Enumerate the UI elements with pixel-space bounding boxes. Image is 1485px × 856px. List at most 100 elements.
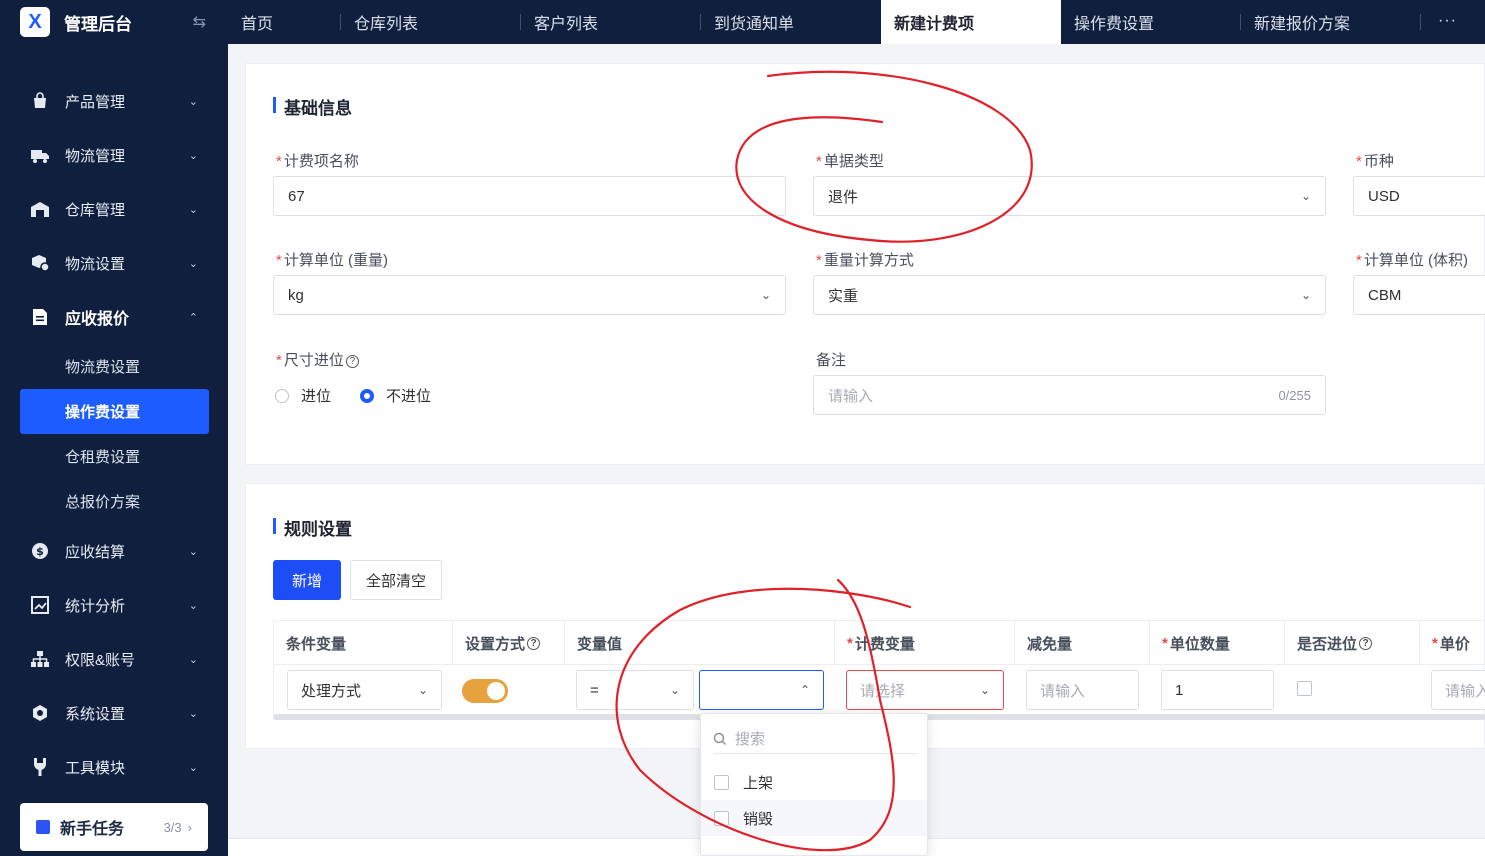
fee-var-select[interactable]: 请选择 ⌄ xyxy=(846,670,1004,710)
doc-type-select[interactable]: 退件 ⌄ xyxy=(813,176,1326,216)
sidebar-item-logistics[interactable]: 物流管理 ⌄ xyxy=(0,128,228,182)
logo-icon: X xyxy=(20,7,50,37)
dropdown-option[interactable]: 上架 xyxy=(701,764,927,800)
sidebar-item-permissions[interactable]: 权限&账号 ⌄ xyxy=(0,632,228,686)
sidebar-item-label: 统计分析 xyxy=(65,597,126,615)
submenu-item-operation-fee[interactable]: 操作费设置 xyxy=(20,389,209,434)
search-placeholder: 搜索 xyxy=(735,731,766,748)
currency-label: * 币种 xyxy=(1356,153,1394,170)
submenu-item-total-quote[interactable]: 总报价方案 xyxy=(20,479,209,524)
fee-name-label: * 计费项名称 xyxy=(276,153,359,170)
tab-label: 到货通知单 xyxy=(714,16,795,33)
round-checkbox[interactable] xyxy=(1297,681,1312,696)
price-input[interactable]: 请输入 xyxy=(1431,670,1485,710)
brand: X 管理后台 ⇆ xyxy=(0,0,228,44)
sidebar-menu: 产品管理 ⌄ 物流管理 ⌄ 仓库管理 ⌄ 物流设置 ⌄ 应收报价 ⌃ 物流费设置… xyxy=(0,74,228,794)
basic-info-card: 基础信息 * 计费项名称 67 * 单据类型 退件 ⌄ * 币种 USD * 计算单位 (… xyxy=(245,63,1485,465)
tab-label: 新建报价方案 xyxy=(1254,16,1351,33)
volume-unit-select[interactable]: CBM xyxy=(1353,275,1485,315)
sidebar-item-receivable-quote[interactable]: 应收报价 ⌃ xyxy=(0,290,228,344)
weight-calc-select[interactable]: 实重 ⌄ xyxy=(813,275,1326,315)
sidebar-item-warehouse[interactable]: 仓库管理 ⌄ xyxy=(0,182,228,236)
col-unit-qty: * 单位数量 xyxy=(1150,621,1285,665)
tab-customer-list[interactable]: 客户列表 xyxy=(521,0,701,44)
sidebar-item-logistics-settings[interactable]: 物流设置 ⌄ xyxy=(0,236,228,290)
fee-name-input[interactable]: 67 xyxy=(273,176,786,216)
weight-unit-select[interactable]: kg ⌄ xyxy=(273,275,786,315)
remark-input[interactable]: 请输入 0/255 xyxy=(813,375,1326,415)
chevron-down-icon: ⌄ xyxy=(760,288,771,302)
search-icon xyxy=(713,732,727,745)
sidebar-item-label: 产品管理 xyxy=(65,93,126,111)
svg-text:$: $ xyxy=(36,545,44,558)
chevron-down-icon: ⌄ xyxy=(188,545,198,558)
toggle-knob xyxy=(487,682,505,700)
sidebar-item-product[interactable]: 产品管理 ⌄ xyxy=(0,74,228,128)
clear-all-button[interactable]: 全部清空 xyxy=(350,560,442,600)
org-icon xyxy=(30,649,50,669)
chevron-down-icon: ⌄ xyxy=(188,653,198,666)
submenu-item-storage-fee[interactable]: 仓租费设置 xyxy=(20,434,209,479)
cond-var-select[interactable]: 处理方式 ⌄ xyxy=(287,670,442,710)
set-mode-toggle[interactable] xyxy=(462,679,508,703)
box-gear-icon xyxy=(30,253,50,273)
task-icon xyxy=(36,820,50,834)
newbie-task-count: 3/3 xyxy=(163,819,182,835)
section-title-rules: 规则设置 xyxy=(273,515,352,540)
sidebar-item-label: 工具模块 xyxy=(65,759,126,777)
sidebar-item-statistics[interactable]: 统计分析 ⌄ xyxy=(0,578,228,632)
document-icon xyxy=(30,307,50,327)
sidebar-item-label: 仓库管理 xyxy=(65,201,126,219)
rules-card: 规则设置 新增 全部清空 条件变量 设置方式? 变量值 * 计费变量 减免量 * 单… xyxy=(245,483,1485,749)
radio-no-round[interactable]: 不进位 xyxy=(360,385,431,406)
add-rule-button[interactable]: 新增 xyxy=(273,560,341,600)
dropdown-option[interactable]: 销毁 xyxy=(701,800,927,836)
tab-label: 仓库列表 xyxy=(354,16,419,33)
tab-label: 新建计费项 xyxy=(894,16,975,33)
collapse-menu-icon[interactable]: ⇆ xyxy=(193,12,206,32)
weight-unit-label: * 计算单位 (重量) xyxy=(276,252,389,269)
newbie-task-button[interactable]: 新手任务 3/3 › xyxy=(20,803,208,851)
sidebar-item-settlement[interactable]: $ 应收结算 ⌄ xyxy=(0,524,228,578)
chevron-down-icon: ⌄ xyxy=(417,683,428,697)
sidebar-item-label: 应收结算 xyxy=(65,543,126,561)
dropdown-search[interactable]: 搜索 xyxy=(713,724,918,754)
help-icon: ? xyxy=(1359,636,1373,650)
option-checkbox xyxy=(714,810,729,826)
sidebar-item-label: 物流设置 xyxy=(65,255,126,273)
volume-unit-label: * 计算单位 (体积) xyxy=(1356,252,1469,269)
more-tabs-icon[interactable]: ··· xyxy=(1438,12,1457,30)
sidebar-item-system-settings[interactable]: 系统设置 ⌄ xyxy=(0,686,228,740)
truck-icon xyxy=(30,145,50,165)
var-value-select[interactable]: ⌃ xyxy=(699,670,824,710)
currency-select[interactable]: USD xyxy=(1353,176,1485,216)
dollar-icon: $ xyxy=(30,541,50,561)
operator-select[interactable]: = ⌄ xyxy=(576,670,694,710)
col-cond-var: 条件变量 xyxy=(274,621,453,665)
help-icon: ? xyxy=(527,636,541,650)
sidebar-item-label: 物流管理 xyxy=(65,147,126,165)
chevron-down-icon: ⌄ xyxy=(1300,189,1311,203)
tab-operation-fee[interactable]: 操作费设置 xyxy=(1061,0,1241,44)
sidebar-item-tools[interactable]: 工具模块 ⌄ xyxy=(0,740,228,794)
chevron-up-icon: ⌃ xyxy=(188,311,198,324)
tab-warehouse-list[interactable]: 仓库列表 xyxy=(341,0,521,44)
radio-circle xyxy=(275,388,289,403)
sidebar-item-label: 权限&账号 xyxy=(65,651,136,669)
tab-home[interactable]: 首页 xyxy=(228,0,341,44)
tab-label: 客户列表 xyxy=(534,16,599,33)
radio-round-up[interactable]: 进位 xyxy=(275,385,331,406)
var-value-dropdown: 搜索 上架 销毁 xyxy=(700,713,928,856)
tab-arrival-notice[interactable]: 到货通知单 xyxy=(701,0,881,44)
sidebar-item-label: 应收报价 xyxy=(65,311,130,328)
chevron-down-icon: ⌄ xyxy=(188,761,198,774)
chevron-down-icon: ⌄ xyxy=(1300,288,1311,302)
reduce-input[interactable]: 请输入 xyxy=(1026,670,1139,710)
tab-new-quote-plan[interactable]: 新建报价方案 xyxy=(1241,0,1421,44)
submenu-item-logistics-fee[interactable]: 物流费设置 xyxy=(20,344,209,389)
radio-circle-checked xyxy=(360,388,374,403)
doc-type-label: * 单据类型 xyxy=(816,153,884,170)
chart-icon xyxy=(30,595,50,615)
tab-new-fee-item[interactable]: 新建计费项 xyxy=(881,0,1061,44)
unit-qty-input[interactable]: 1 xyxy=(1161,670,1274,710)
